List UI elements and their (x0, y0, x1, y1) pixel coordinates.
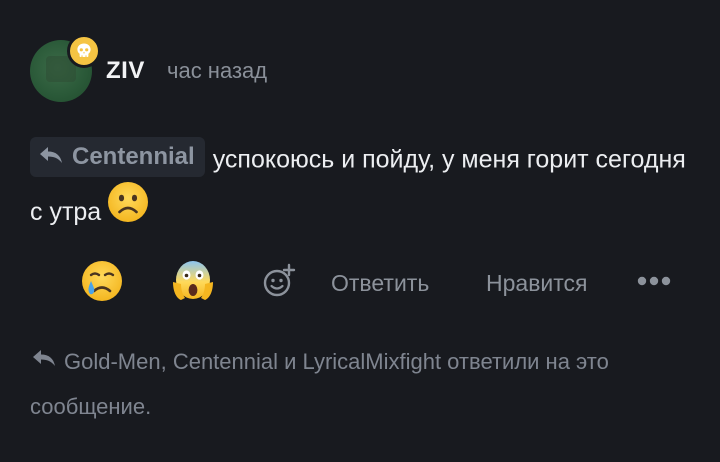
reply-arrow-icon (38, 133, 64, 181)
more-options-button[interactable] (637, 258, 671, 308)
add-reaction-icon (260, 262, 298, 305)
replies-summary[interactable]: Gold-Men, Centennial и LyricalMixfight о… (30, 340, 690, 429)
like-button-label: Нравится (486, 269, 588, 296)
author-name[interactable]: ZIV (106, 57, 145, 85)
reply-arrow-icon (30, 339, 58, 383)
screaming-face-icon (170, 258, 216, 309)
reply-button-label: Ответить (331, 269, 430, 296)
comment-timestamp: час назад (167, 58, 268, 83)
add-reaction-button[interactable] (260, 258, 298, 308)
comment-body: Centennial успокоюсь и пойду, у меня гор… (30, 134, 690, 241)
frowning-face-icon (107, 181, 149, 239)
like-button[interactable]: Нравится (486, 258, 588, 308)
comment-actions-bar: Ответить Нравится (0, 258, 720, 308)
more-dots-icon (637, 274, 671, 292)
reaction-screaming-button[interactable] (170, 258, 216, 308)
crying-face-icon (80, 259, 124, 308)
reply-to-name: Centennial (72, 143, 195, 171)
reply-to-chip[interactable]: Centennial (30, 137, 205, 178)
replies-summary-text: Gold-Men, Centennial и LyricalMixfight о… (30, 349, 609, 420)
reaction-crying-button[interactable] (80, 258, 124, 308)
skull-badge-icon (67, 34, 101, 68)
reply-button[interactable]: Ответить (331, 258, 429, 308)
